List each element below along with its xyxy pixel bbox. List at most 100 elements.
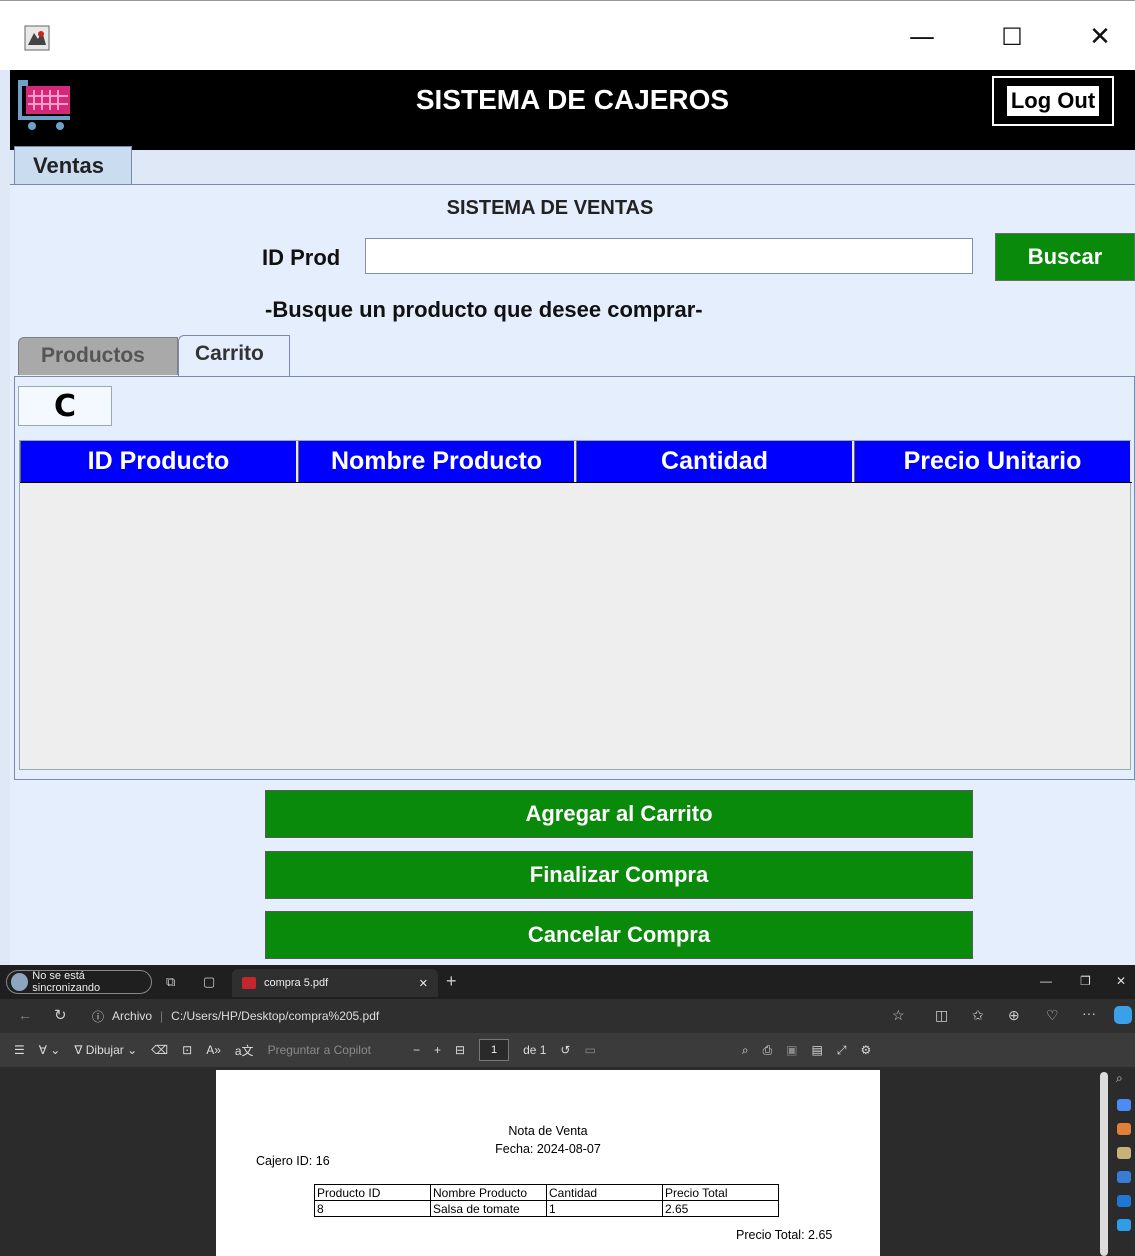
refresh-icon: C xyxy=(53,388,77,424)
zoom-out-icon[interactable]: − xyxy=(413,1043,420,1057)
java-app-icon xyxy=(24,25,50,51)
pdf-file-icon xyxy=(242,977,256,989)
highlight-icon[interactable]: ∀ ⌄ xyxy=(39,1043,61,1057)
browser-essentials-icon[interactable]: ♡ xyxy=(1046,1007,1059,1024)
logout-button[interactable]: Log Out xyxy=(992,76,1114,126)
sidebar-outlook-icon[interactable] xyxy=(1117,1195,1131,1207)
more-menu-icon[interactable]: ··· xyxy=(1082,1005,1096,1021)
pdf-column-header: Precio Total xyxy=(662,1184,779,1201)
search-hint: -Busque un producto que desee comprar- xyxy=(265,297,703,322)
refresh-button[interactable]: C xyxy=(18,386,112,426)
sidebar-send-icon[interactable] xyxy=(1117,1219,1131,1231)
browser-minimize-button[interactable]: — xyxy=(1040,974,1052,988)
sidebar-tools-icon[interactable] xyxy=(1117,1123,1131,1135)
save-as-icon[interactable]: ▤ xyxy=(812,1043,823,1057)
page-number-input[interactable]: 1 xyxy=(479,1039,510,1061)
page-view-icon[interactable]: ▭ xyxy=(584,1043,595,1057)
tab-productos[interactable]: Productos xyxy=(18,337,178,375)
sidebar-games-icon[interactable] xyxy=(1117,1147,1131,1159)
sidebar-search-icon[interactable]: ⌕ xyxy=(1116,1071,1123,1086)
pdf-column-header: Cantidad xyxy=(546,1184,663,1201)
sync-status-label: No se está sincronizando xyxy=(32,970,101,994)
pdf-table-row: 8 Salsa de tomate 1 2.65 xyxy=(314,1200,779,1217)
header-title: SISTEMA DE CAJEROS xyxy=(415,84,730,115)
fit-page-icon[interactable]: ⊟ xyxy=(455,1043,465,1057)
finalizar-compra-button[interactable]: Finalizar Compra xyxy=(265,851,973,899)
column-header-id-producto[interactable]: ID Producto xyxy=(20,441,298,482)
pdf-title: Nota de Venta xyxy=(508,1124,588,1138)
cart-panel: C ID Producto Nombre Producto Cantidad P… xyxy=(14,376,1135,780)
title-bar: — ☐ ✕ xyxy=(0,0,1135,70)
favorites-icon[interactable]: ✩ xyxy=(972,1007,984,1024)
pdf-cell: 8 xyxy=(314,1200,431,1217)
copilot-icon[interactable] xyxy=(1114,1006,1132,1024)
contents-icon[interactable]: ☰ xyxy=(14,1043,25,1057)
pdf-column-header: Producto ID xyxy=(314,1184,431,1201)
pdf-sale-table: Producto ID Nombre Producto Cantidad Pre… xyxy=(314,1184,779,1217)
rotate-icon[interactable]: ↺ xyxy=(560,1043,570,1057)
new-tab-icon[interactable]: + xyxy=(446,971,457,992)
browser-close-button[interactable]: ✕ xyxy=(1116,974,1126,988)
pdf-total: Precio Total: 2.65 xyxy=(736,1228,833,1242)
cart-table-header: ID Producto Nombre Producto Cantidad Pre… xyxy=(20,441,1132,483)
cancelar-compra-button[interactable]: Cancelar Compra xyxy=(265,911,973,959)
tab-close-icon[interactable]: ✕ xyxy=(419,977,428,990)
pdf-scrollbar[interactable] xyxy=(1100,1072,1108,1256)
sidebar-tag-icon[interactable] xyxy=(1117,1099,1131,1111)
workspaces-icon[interactable]: ⧉ xyxy=(166,974,175,990)
address-field[interactable]: ⓘ Archivo | C:/Users/HP/Desktop/compra%2… xyxy=(92,1005,882,1027)
tab-carrito[interactable]: Carrito xyxy=(178,335,290,377)
profile-avatar-icon xyxy=(11,973,29,991)
address-bar-row: ← ↻ ⓘ Archivo | C:/Users/HP/Desktop/comp… xyxy=(0,999,1135,1033)
cart-table: ID Producto Nombre Producto Cantidad Pre… xyxy=(19,440,1132,770)
pdf-page: Nota de Venta Fecha: 2024-08-07 Cajero I… xyxy=(216,1070,880,1256)
column-header-cantidad[interactable]: Cantidad xyxy=(576,441,854,482)
maximize-button[interactable]: ☐ xyxy=(992,15,1032,59)
tab-ventas[interactable]: Ventas xyxy=(14,146,132,186)
save-icon[interactable]: ▣ xyxy=(786,1043,797,1057)
address-url: C:/Users/HP/Desktop/compra%205.pdf xyxy=(171,1009,380,1023)
app-window: — ☐ ✕ SISTEMA DE CAJEROS Log Out Ventas … xyxy=(0,0,1135,965)
pdf-cashier-id: Cajero ID: 16 xyxy=(256,1154,330,1168)
id-prod-input[interactable] xyxy=(365,238,973,274)
eraser-icon[interactable]: ⌫ xyxy=(151,1043,168,1057)
settings-icon[interactable]: ⚙ xyxy=(860,1043,871,1057)
split-screen-icon[interactable]: ◫ xyxy=(935,1007,948,1024)
tab-title: compra 5.pdf xyxy=(264,977,329,989)
address-separator: | xyxy=(160,1009,164,1023)
read-aloud-icon[interactable]: A» xyxy=(206,1043,221,1057)
browser-tab-compra-pdf[interactable]: compra 5.pdf ✕ xyxy=(232,969,438,997)
column-header-nombre-producto[interactable]: Nombre Producto xyxy=(298,441,576,482)
pdf-toolbar: ☰ ∀ ⌄ ∇ Dibujar ⌄ ⌫ ⊡ A» a文 Preguntar a … xyxy=(0,1033,1135,1067)
agregar-carrito-button[interactable]: Agregar al Carrito xyxy=(265,790,973,838)
profile-sync-button[interactable]: No se está sincronizando xyxy=(6,970,152,994)
minimize-button[interactable]: — xyxy=(902,15,942,59)
browser-restore-button[interactable]: ❐ xyxy=(1080,974,1091,988)
reload-icon[interactable]: ↻ xyxy=(54,1006,67,1024)
favorite-star-icon[interactable]: ☆ xyxy=(892,1007,905,1024)
back-icon[interactable]: ← xyxy=(18,1007,32,1023)
fullscreen-icon[interactable]: ⤢ xyxy=(837,1043,847,1058)
column-header-precio-unitario[interactable]: Precio Unitario xyxy=(854,441,1132,482)
search-icon[interactable]: ⌕ xyxy=(742,1043,749,1058)
browser-tab-strip: No se está sincronizando ⧉ ▢ compra 5.pd… xyxy=(0,965,1135,999)
collections-icon[interactable]: ⊕ xyxy=(1008,1007,1020,1024)
translate-icon[interactable]: a文 xyxy=(235,1042,254,1059)
pdf-cell: 1 xyxy=(546,1200,663,1217)
pdf-column-header: Nombre Producto xyxy=(430,1184,547,1201)
buscar-button[interactable]: Buscar xyxy=(995,233,1135,281)
zoom-in-icon[interactable]: + xyxy=(434,1043,441,1057)
draw-button[interactable]: ∇ Dibujar ⌄ xyxy=(74,1043,137,1057)
print-icon[interactable]: ⎙ xyxy=(763,1043,773,1058)
address-scheme-label: Archivo xyxy=(112,1009,153,1023)
browser-window: No se está sincronizando ⧉ ▢ compra 5.pd… xyxy=(0,965,1135,1256)
ventas-panel: SISTEMA DE VENTAS ID Prod Buscar -Busque… xyxy=(10,184,1135,965)
copilot-ask-button[interactable]: Preguntar a Copilot xyxy=(268,1043,371,1057)
sidebar-copilot-icon[interactable] xyxy=(1117,1171,1131,1183)
logout-label: Log Out xyxy=(1005,85,1101,117)
text-box-icon[interactable]: ⊡ xyxy=(182,1043,192,1057)
app-header: SISTEMA DE CAJEROS Log Out xyxy=(10,70,1135,150)
sidebar-rail: ⌕ xyxy=(1112,1067,1135,1256)
close-button[interactable]: ✕ xyxy=(1080,15,1120,59)
tab-actions-icon[interactable]: ▢ xyxy=(203,974,215,990)
